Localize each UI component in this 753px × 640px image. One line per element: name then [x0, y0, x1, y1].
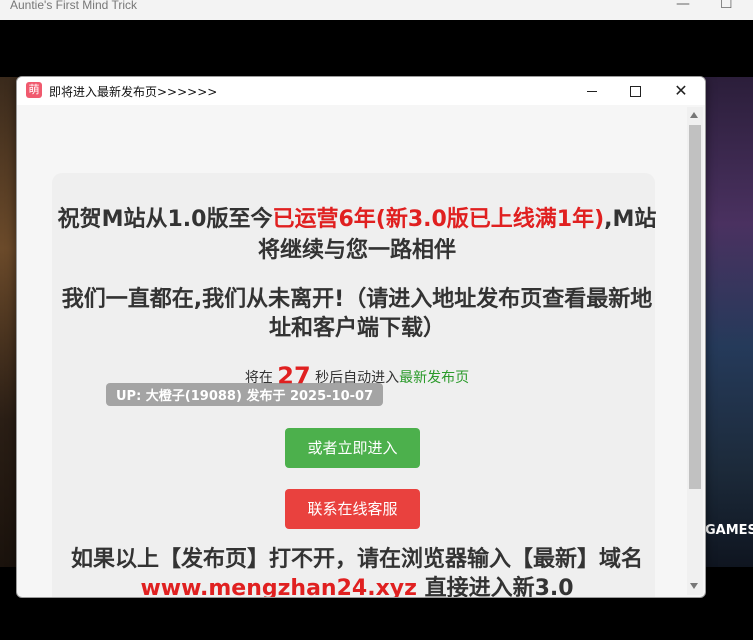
outer-minimize-button[interactable]: —: [676, 0, 690, 12]
dialog-title: 即将进入最新发布页>>>>>>: [49, 85, 218, 99]
vertical-scrollbar[interactable]: [687, 107, 703, 595]
app-icon: 萌: [26, 82, 42, 98]
footer-prefix: 如果以上【发布页】打不开，请在浏览器输入【最新】域名: [70, 547, 643, 572]
scroll-down-arrow-icon[interactable]: [690, 583, 698, 589]
headline-highlight: 已运营6年(新3.0版已上线满1年): [272, 207, 605, 232]
game-logo-text: GAMES: [705, 523, 753, 538]
outer-titlebar: Auntie's First Mind Trick — ☐: [0, 0, 753, 21]
uploader-badge: UP: 大橙子(19088) 发布于 2025-10-07: [106, 383, 384, 406]
minimize-button[interactable]: [582, 81, 602, 101]
game-scene-right: [703, 77, 753, 567]
scroll-up-arrow-icon[interactable]: [690, 112, 698, 118]
domain-link[interactable]: www.mengzhan24.xyz: [140, 576, 416, 597]
headline: 祝贺M站从1.0版至今已运营6年(新3.0版已上线满1年),M站将继续与您一路相…: [57, 204, 657, 266]
maximize-button[interactable]: [625, 81, 645, 101]
headline-part1: 祝贺M站从1.0版至今: [57, 207, 273, 232]
redirect-dialog: 萌 即将进入最新发布页>>>>>> ✕ 祝贺M站从1.0版至今已运营6年(新3.…: [16, 76, 706, 598]
dialog-titlebar: 萌 即将进入最新发布页>>>>>> ✕: [17, 77, 705, 105]
maximize-icon: [630, 86, 641, 97]
close-button[interactable]: ✕: [671, 81, 691, 101]
close-icon: ✕: [674, 81, 688, 100]
subheadline: 我们一直都在,我们从未离开!（请进入地址发布页查看最新地址和客户端下载）: [61, 287, 653, 341]
footer-suffix: 直接进入新3.0: [416, 576, 574, 598]
footer-instructions: 如果以上【发布页】打不开，请在浏览器输入【最新】域名 www.mengzhan2…: [57, 545, 657, 598]
outer-window-title: Auntie's First Mind Trick: [10, 0, 137, 12]
contact-support-button[interactable]: 联系在线客服: [285, 489, 420, 529]
release-page-link[interactable]: 最新发布页: [399, 370, 469, 386]
enter-now-button[interactable]: 或者立即进入: [285, 428, 420, 468]
outer-maximize-button[interactable]: ☐: [720, 0, 733, 12]
minimize-icon: [587, 91, 597, 92]
scroll-thumb[interactable]: [689, 125, 701, 489]
